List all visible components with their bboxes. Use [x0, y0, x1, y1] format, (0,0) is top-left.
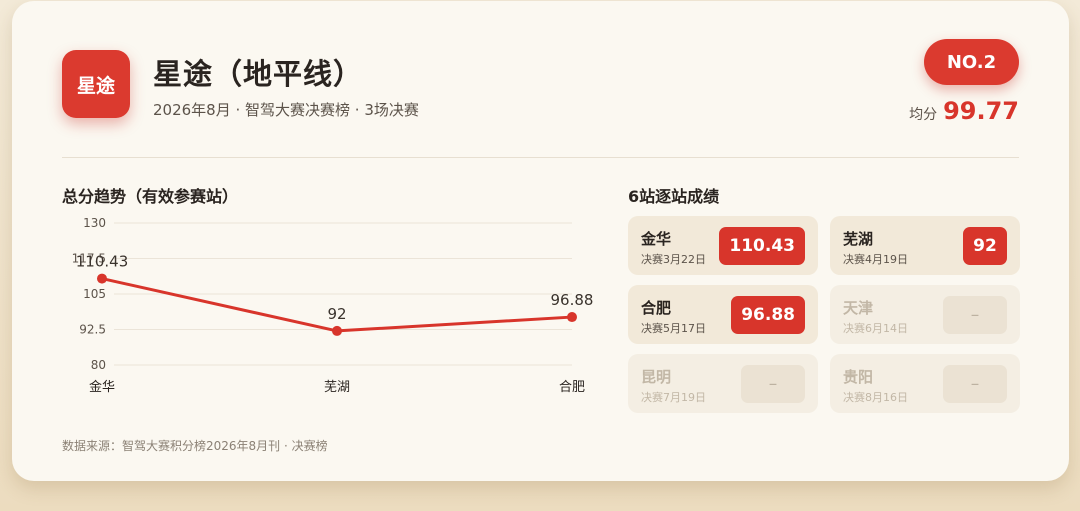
team-card: 星途 星途（地平线） 2026年8月 · 智驾大赛决赛榜 · 3场决赛 NO.2…	[12, 1, 1069, 481]
team-logo: 星途	[62, 50, 130, 118]
station-tile: 天津决赛6月14日 –	[830, 285, 1020, 344]
rank-badge: NO.2	[924, 39, 1019, 85]
station-name: 合肥	[641, 299, 672, 317]
rank-text: NO.2	[946, 51, 997, 73]
data-point	[567, 312, 577, 323]
station-score-badge: 96.88	[731, 296, 805, 334]
station-name: 昆明	[641, 368, 672, 386]
y-tick-label: 80	[91, 358, 106, 372]
station-score-placeholder: –	[943, 365, 1007, 403]
team-title: 星途（地平线）	[153, 57, 364, 91]
station-tile: 芜湖决赛4月19日 92	[830, 216, 1020, 275]
station-name: 芜湖	[843, 230, 874, 248]
score-trend-chart: 130117.510592.580金华 芜湖 合肥110.439296.88	[72, 216, 594, 395]
y-tick-label: 130	[83, 216, 106, 230]
station-date: 决赛4月19日	[843, 253, 908, 266]
average-score-value: 99.77	[943, 97, 1019, 125]
stations-title: 6站逐站成绩	[628, 187, 720, 206]
y-tick-label: 92.5	[79, 323, 106, 337]
station-tile: 合肥决赛5月17日 96.88	[628, 285, 818, 344]
x-tick-label: 合肥	[559, 380, 585, 395]
station-score-badge: 92	[963, 227, 1007, 265]
station-grid: 金华决赛3月22日 110.43 芜湖决赛4月19日 92 合肥决赛5月17日 96.88…	[628, 216, 1020, 413]
station-name: 贵阳	[843, 368, 874, 386]
data-label: 110.43	[76, 253, 129, 271]
team-logo-text: 星途	[76, 74, 115, 97]
data-source-note: 数据来源：智驾大赛积分榜2026年8月刊 · 决赛榜	[62, 439, 328, 453]
station-tile: 贵阳决赛8月16日 –	[830, 354, 1020, 413]
station-name: 金华	[641, 230, 672, 248]
data-point	[332, 325, 342, 336]
average-score-label: 均分	[909, 107, 938, 123]
data-label: 96.88	[551, 291, 594, 309]
team-subtitle: 2026年8月 · 智驾大赛决赛榜 · 3场决赛	[153, 101, 419, 119]
data-point	[97, 273, 107, 284]
header-divider	[62, 157, 1019, 158]
y-tick-label: 105	[83, 287, 106, 301]
data-label: 92	[327, 305, 346, 323]
chart-title: 总分趋势（有效参赛站）	[62, 187, 239, 206]
station-date: 决赛5月17日	[641, 322, 706, 335]
station-date: 决赛8月16日	[843, 391, 908, 404]
station-score-placeholder: –	[943, 296, 1007, 334]
station-tile: 昆明决赛7月19日 –	[628, 354, 818, 413]
station-score-placeholder: –	[741, 365, 805, 403]
station-tile: 金华决赛3月22日 110.43	[628, 216, 818, 275]
station-score-badge: 110.43	[719, 227, 805, 265]
average-score: 均分 99.77	[909, 97, 1019, 125]
station-date: 决赛7月19日	[641, 391, 706, 404]
station-date: 决赛3月22日	[641, 253, 706, 266]
station-name: 天津	[843, 299, 874, 317]
station-date: 决赛6月14日	[843, 322, 908, 335]
x-tick-label: 金华	[89, 379, 115, 395]
x-tick-label: 芜湖	[324, 380, 350, 395]
